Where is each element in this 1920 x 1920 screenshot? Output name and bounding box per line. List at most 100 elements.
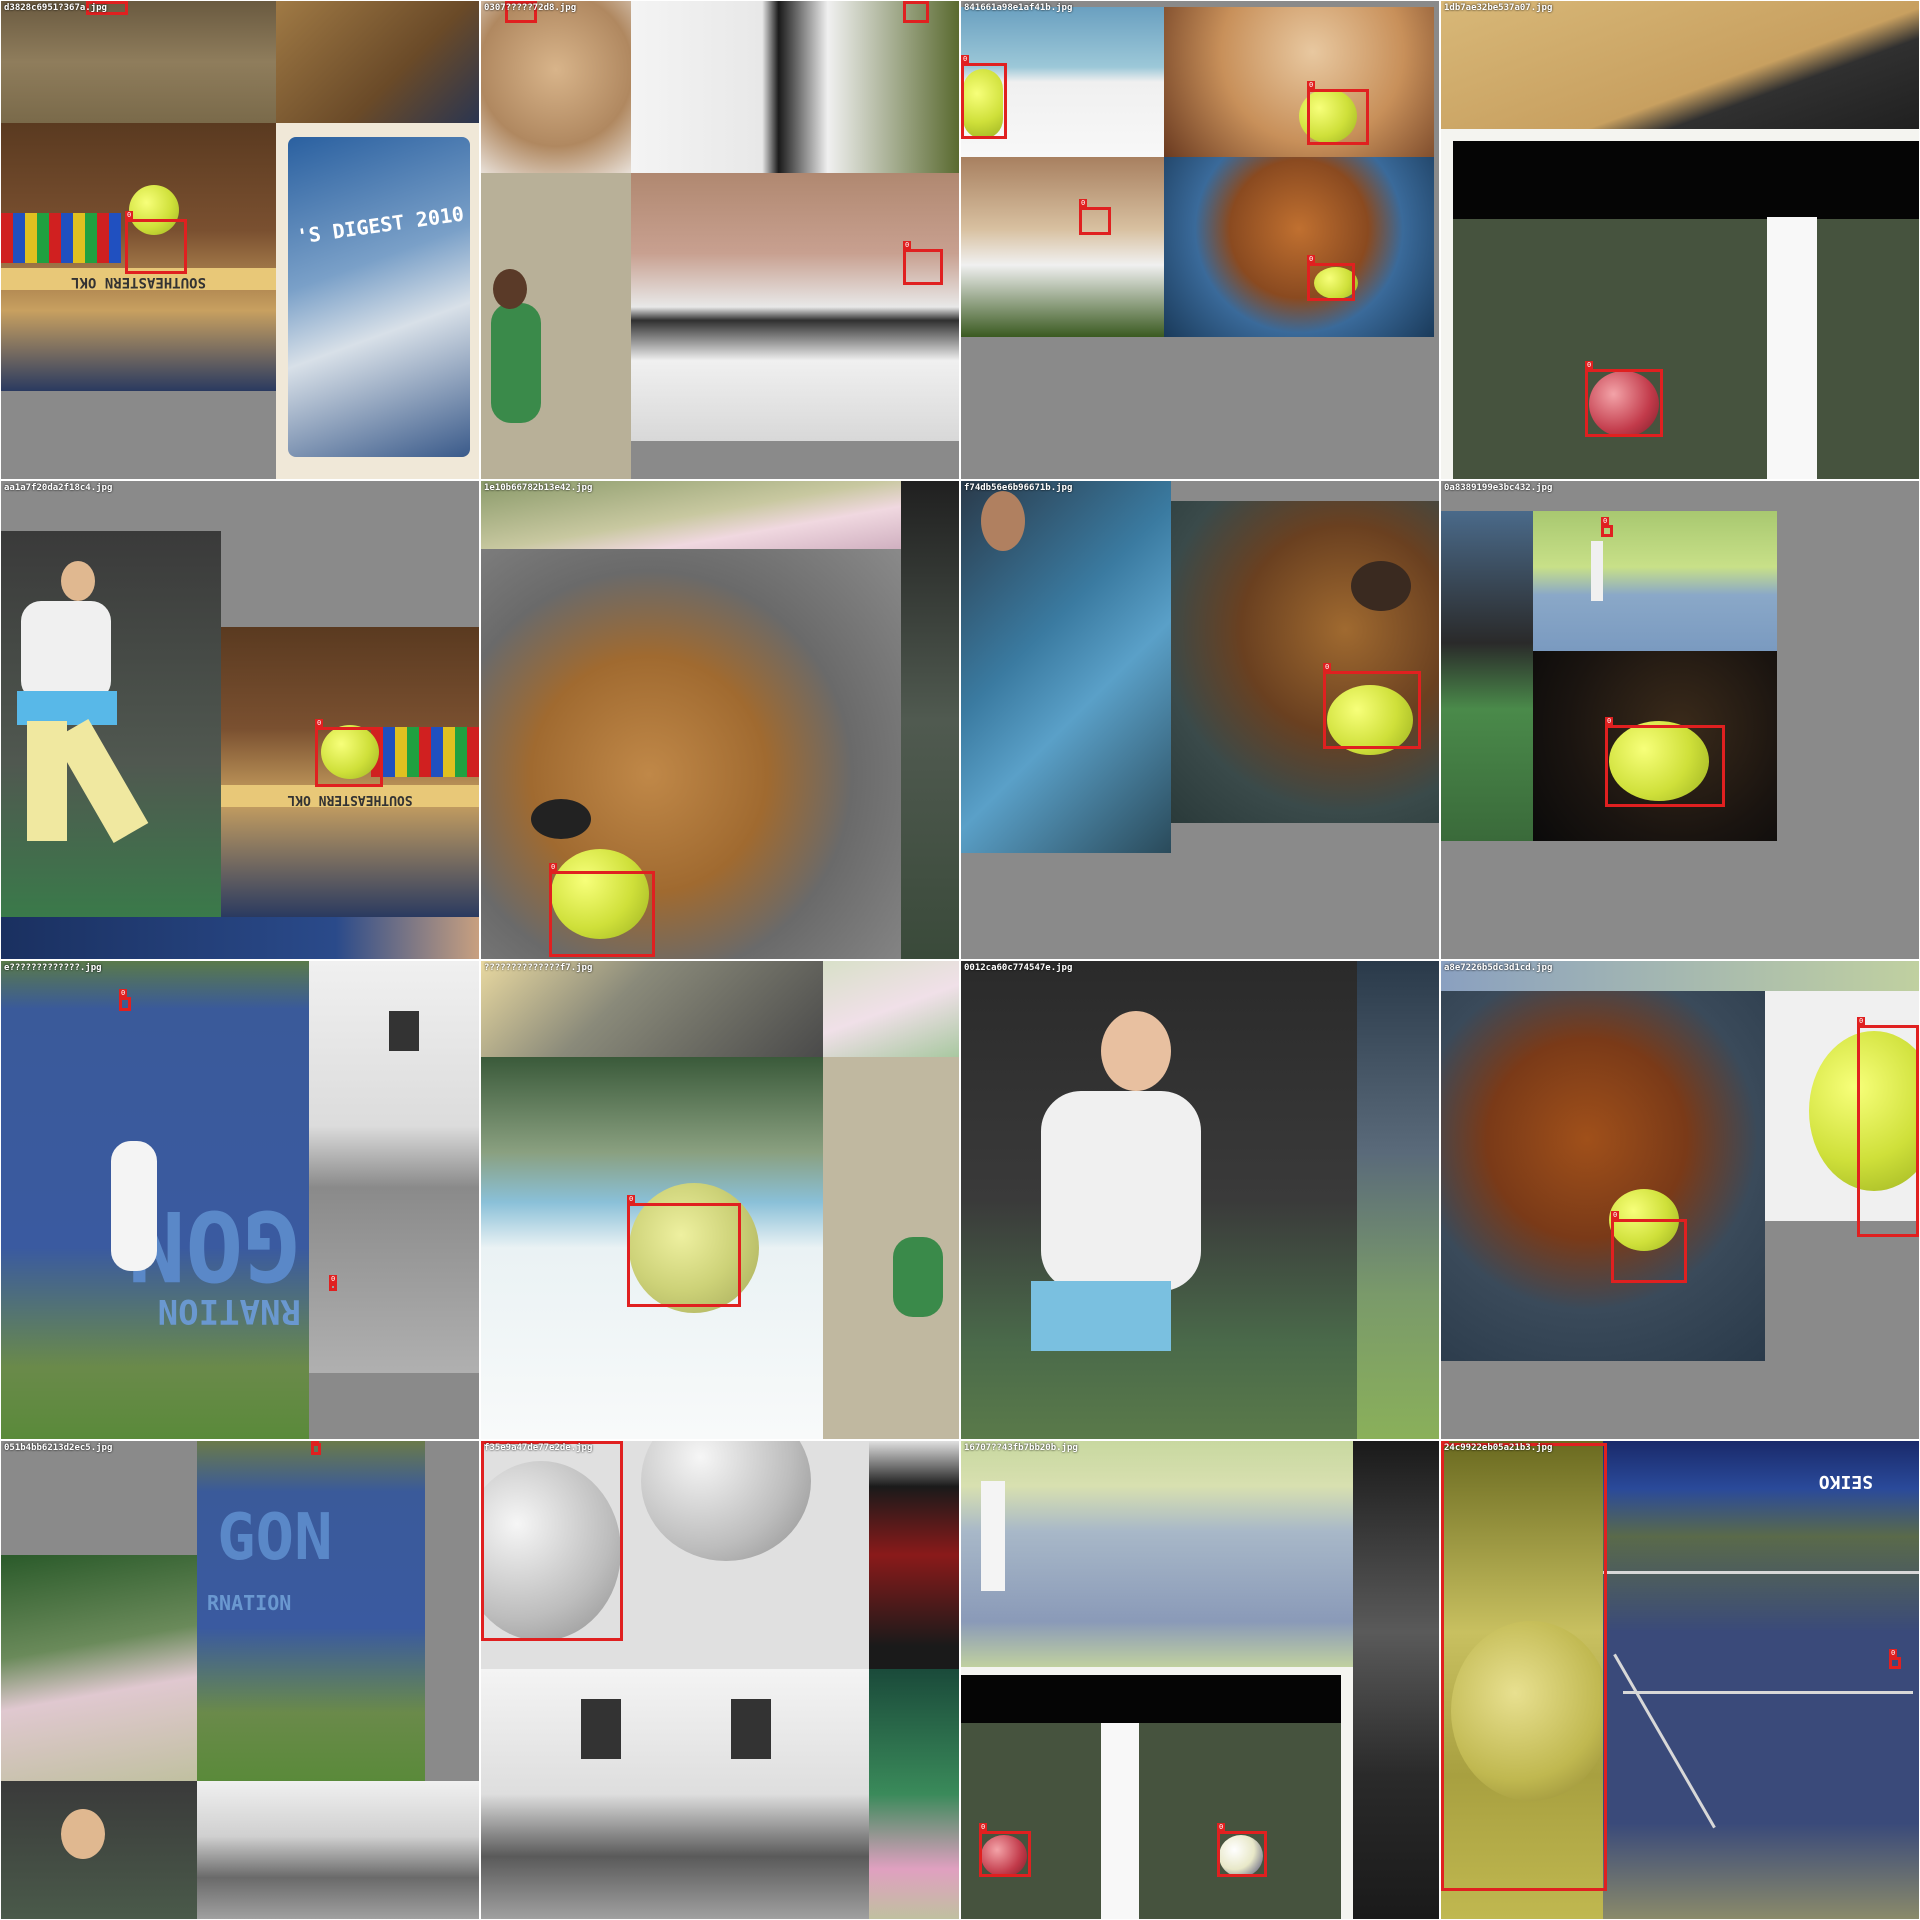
photo-court-ball [1441, 129, 1919, 479]
detection-box: 0 [481, 1441, 623, 1641]
mosaic-tile: aa1a7f20da2f18c4.jpg SOUTHEASTERN OKL 0 [0, 480, 480, 960]
photo-golden-retriever [481, 549, 901, 959]
mosaic-tile: a8e7226b5dc3d1cd.jpg 0 0 [1440, 960, 1920, 1440]
mosaic-tile: 841661a98e1af41b.jpg 0 0 0 0 [960, 0, 1440, 480]
detection-box: 0 [119, 989, 131, 1011]
photo-crowd [1357, 961, 1439, 1439]
tile-filename: 1db7ae32be537a07.jpg [1444, 3, 1553, 13]
photo-retriever-water [1441, 991, 1765, 1361]
photo-court-corner [1441, 511, 1533, 841]
tile-filename: f35e9a47de77e2de.jpg [484, 1443, 593, 1453]
photo-racket-corner [823, 961, 959, 1057]
photo-court-side [901, 481, 959, 959]
photo-desk-chair [276, 1, 479, 123]
photo-gray-fabric [1353, 1441, 1439, 1919]
detection-box: 0 [961, 55, 1007, 139]
photo-bw-building-3 [481, 1669, 869, 1919]
photo-bw-building [309, 961, 479, 1373]
detection-box: 0 [1611, 1211, 1687, 1283]
tile-filename: 16707??43fb7bb20b.jpg [964, 1443, 1078, 1453]
photo-sharapova-small [1, 1781, 197, 1919]
mosaic-tile: 051b4bb6213d2ec5.jpg GON RNATION 0 [0, 1440, 480, 1920]
photo-aegon-serve-2: GON RNATION [197, 1441, 425, 1781]
detection-box: 0 [1585, 361, 1663, 437]
tile-filename: 841661a98e1af41b.jpg [964, 3, 1073, 13]
detection-box: 0 [979, 1823, 1031, 1877]
tile-filename: 24c9922eb05a21b3.jpg [1444, 1443, 1553, 1453]
photo-dark-red [869, 1441, 959, 1669]
photo-dog-ball [1164, 7, 1434, 157]
photo-dog-face [481, 1, 631, 173]
photo-racket-blur [1, 1555, 197, 1781]
photo-concrete [481, 961, 823, 1057]
detection-box: 0 [1857, 1017, 1919, 1237]
mosaic-tile: 24c9922eb05a21b3.jpg SEIKO 0 0 [1440, 1440, 1920, 1920]
photo-dogs-fence [631, 173, 959, 441]
mosaic-tile: 1e10b66782b13e42.jpg 0 [480, 480, 960, 960]
detection-box: 0 [1441, 1441, 1607, 1891]
photo-serena-2 [823, 1057, 959, 1439]
detection-box: 0 [1079, 199, 1111, 235]
nation-sign: RNATION [157, 1291, 301, 1331]
photo-dog-water-ball [1171, 501, 1439, 823]
mosaic-tile: 0a8389199e3bc432.jpg 0 0 [1440, 480, 1920, 960]
detection-box [903, 1, 929, 23]
detection-box: 0 [1307, 255, 1355, 301]
photo-player-blue [961, 481, 1171, 853]
photo-two-dogs [631, 1, 959, 173]
tile-filename: f74db56e6b96671b.jpg [964, 483, 1073, 493]
detection-box: 0 [1217, 1823, 1267, 1877]
tile-filename: 0307?????72d8.jpg [484, 3, 577, 13]
mosaic-tile: d3828c6951?367a.jpg SOUTHEASTERN OKL 'S … [0, 0, 480, 480]
tile-filename: e?????????????.jpg [4, 963, 102, 973]
mosaic-tile: 0012ca60c774547e.jpg [960, 960, 1440, 1440]
photo-dog-swim [1164, 157, 1434, 337]
detection-box: 0 [1605, 717, 1725, 807]
detection-box: 0 [1889, 1649, 1901, 1669]
mosaic-tile: 1db7ae32be537a07.jpg 0 [1440, 0, 1920, 480]
photo-court-serve-2 [961, 1441, 1353, 1667]
mosaic-tile: f35e9a47de77e2de.jpg 0 [480, 1440, 960, 1920]
photo-sharapova [961, 961, 1357, 1439]
photo-colorful-blur [869, 1669, 959, 1919]
tile-filename: ??????????????f7.jpg [484, 963, 593, 973]
detection-box: 0 [1601, 517, 1613, 537]
mosaic-tile: 16707??43fb7bb20b.jpg 0 0 [960, 1440, 1440, 1920]
detection-box: 0 [903, 241, 943, 285]
tile-filename: d3828c6951?367a.jpg [4, 3, 107, 13]
mosaic-tile: f74db56e6b96671b.jpg 0 [960, 480, 1440, 960]
photo-court-balls [961, 1667, 1353, 1919]
photo-water [1, 1, 276, 123]
mosaic-tile: 0307?????72d8.jpg 0 0 [480, 0, 960, 480]
photo-dogs-fence-small [961, 157, 1164, 337]
photo-seiko-court: SEIKO [1603, 1441, 1919, 1919]
tile-filename: 0012ca60c774547e.jpg [964, 963, 1073, 973]
tile-filename: 1e10b66782b13e42.jpg [484, 483, 593, 493]
detection-box: 0 [329, 1275, 338, 1291]
mosaic-tile: e?????????????.jpg GON RNATION 0 0 [0, 960, 480, 1440]
tile-filename: aa1a7f20da2f18c4.jpg [4, 483, 113, 493]
photo-magazine: 'S DIGEST 2010 [276, 123, 479, 479]
tile-filename: 0a8389199e3bc432.jpg [1444, 483, 1553, 493]
detection-box: 0 [1307, 81, 1369, 145]
detection-box: 0 [125, 211, 187, 274]
detection-box: 0 [311, 1441, 321, 1455]
photo-banner-strip [1, 917, 479, 959]
ruler-text: SOUTHEASTERN OKL [221, 785, 479, 807]
mosaic-tile: ??????????????f7.jpg 0 [480, 960, 960, 1440]
photo-wood-table [1441, 1, 1919, 129]
photo-aegon-serve: GON RNATION [1, 961, 309, 1439]
detection-box: 0 [627, 1195, 741, 1307]
photo-bw-building-2 [197, 1781, 479, 1919]
photo-serena [481, 173, 631, 479]
detection-box: 0 [1323, 663, 1421, 749]
tile-filename: 051b4bb6213d2ec5.jpg [4, 1443, 113, 1453]
nation-sign: RNATION [207, 1591, 292, 1615]
detection-box: 0 [549, 863, 655, 957]
photo-tennis-player [1, 531, 221, 917]
photo-court-serve [1533, 511, 1777, 651]
detection-box: 0 [315, 719, 383, 787]
seiko-sign: SEIKO [1818, 1471, 1873, 1492]
aegon-sign: GON [217, 1501, 333, 1575]
tile-filename: a8e7226b5dc3d1cd.jpg [1444, 963, 1553, 973]
